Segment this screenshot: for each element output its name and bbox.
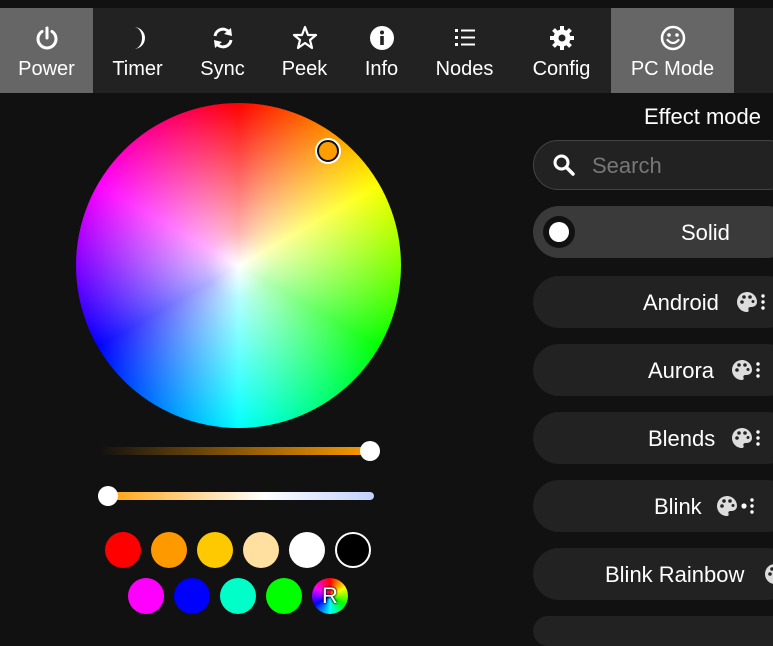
palette-icon: [715, 494, 739, 523]
gear-icon: [549, 23, 575, 53]
palette-icon: [730, 426, 754, 455]
swatch-orange[interactable]: [151, 532, 187, 568]
moon-icon: [125, 23, 151, 53]
color-wheel[interactable]: [76, 103, 401, 428]
effect-name: Blends: [648, 426, 716, 451]
tab-timer[interactable]: Timer: [93, 8, 182, 93]
effect-item-android[interactable]: Android: [533, 276, 773, 328]
effect-item-next[interactable]: [533, 616, 773, 646]
effect-item-aurora[interactable]: Aurora: [533, 344, 773, 396]
info-icon: [369, 23, 395, 53]
swatch-yellow[interactable]: [197, 532, 233, 568]
tab-peek[interactable]: Peek: [263, 8, 346, 93]
effect-name: Blink: [654, 494, 702, 519]
tab-pc-mode[interactable]: PC Mode: [611, 8, 734, 93]
effect-icons: [715, 494, 757, 523]
brightness-slider-track[interactable]: [98, 447, 374, 455]
color-wheel-handle[interactable]: [317, 140, 339, 162]
tab-peek-label: Peek: [281, 57, 328, 80]
effect-icons: [763, 562, 773, 591]
effect-name: Aurora: [648, 358, 715, 383]
white-balance-slider-handle[interactable]: [98, 486, 118, 506]
effect-name: Android: [643, 290, 719, 315]
swatch-white[interactable]: [289, 532, 325, 568]
swatch-green[interactable]: [266, 578, 302, 614]
tab-nodes-label: Nodes: [435, 57, 494, 80]
tab-power-label: Power: [18, 57, 75, 80]
swatch-red[interactable]: [105, 532, 141, 568]
color-wheel-gradient[interactable]: [76, 103, 401, 428]
radio-dot: [549, 222, 569, 242]
tab-power[interactable]: Power: [0, 8, 93, 93]
more-icon[interactable]: [754, 358, 762, 387]
tab-sync[interactable]: Sync: [182, 8, 263, 93]
search-icon: [552, 153, 576, 182]
tab-config[interactable]: Config: [512, 8, 611, 93]
star-icon: [292, 23, 318, 53]
palette-icon: [763, 562, 773, 591]
tab-config-label: Config: [532, 57, 591, 80]
tab-sync-label: Sync: [200, 57, 245, 80]
tab-info-label: Info: [364, 57, 399, 80]
more-icon[interactable]: [759, 290, 767, 319]
list-icon: [452, 23, 478, 53]
swatch-aqua[interactable]: [220, 578, 256, 614]
palette-icon: [730, 358, 754, 387]
palette-icon: [735, 290, 759, 319]
swatch-magenta[interactable]: [128, 578, 164, 614]
brightness-slider-handle[interactable]: [360, 441, 380, 461]
effect-search-input[interactable]: [590, 149, 773, 183]
top-nav-bar: Power Timer Sync Peek Info Nodes Config …: [0, 8, 773, 93]
effect-name: Blink Rainbow: [605, 562, 745, 587]
white-balance-slider-track[interactable]: [98, 492, 374, 500]
effect-item-blink-rainbow[interactable]: Blink Rainbow: [533, 548, 773, 600]
swatch-warm-white[interactable]: [243, 532, 279, 568]
effect-item-blink[interactable]: Blink: [533, 480, 773, 532]
smiley-icon: [660, 23, 686, 53]
tab-nodes[interactable]: Nodes: [417, 8, 512, 93]
dot-more-icon[interactable]: [739, 494, 757, 523]
effect-item-solid[interactable]: Solid: [533, 206, 773, 258]
more-icon[interactable]: [754, 426, 762, 455]
effect-mode-heading: Effect mode: [644, 104, 761, 129]
effect-selected-radio: [543, 216, 575, 248]
tab-info[interactable]: Info: [346, 8, 417, 93]
effect-icons: [730, 358, 762, 387]
effect-icons: [730, 426, 762, 455]
sync-icon: [210, 23, 236, 53]
power-icon: [34, 23, 60, 53]
effect-item-blends[interactable]: Blends: [533, 412, 773, 464]
swatch-random[interactable]: R: [312, 578, 348, 614]
tab-pc-mode-label: PC Mode: [630, 57, 715, 80]
random-label: R: [322, 583, 338, 608]
effect-icons: [735, 290, 767, 319]
tab-timer-label: Timer: [112, 57, 163, 80]
swatch-black[interactable]: [335, 532, 371, 568]
swatch-blue[interactable]: [174, 578, 210, 614]
effect-search-box: [533, 140, 773, 190]
effect-name: Solid: [681, 220, 730, 245]
